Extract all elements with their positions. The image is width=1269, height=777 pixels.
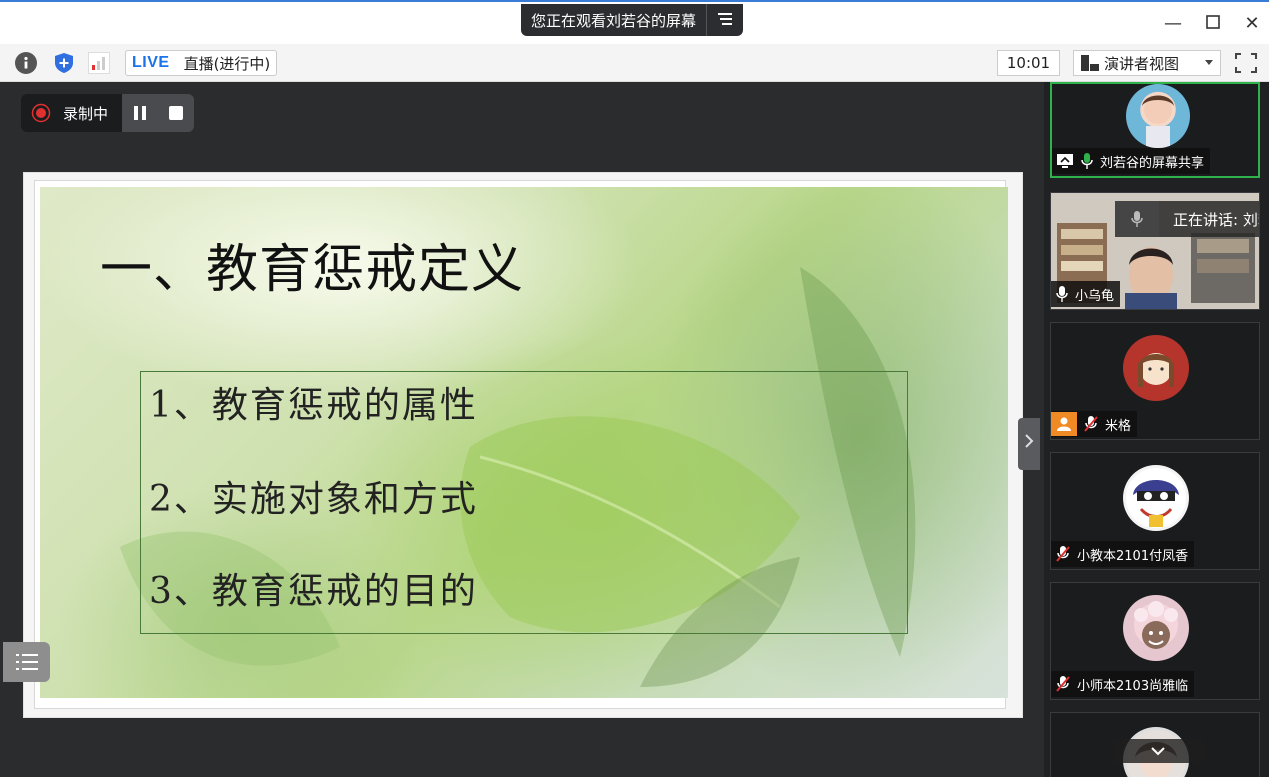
- close-button[interactable]: ✕: [1237, 10, 1267, 38]
- participant-name: 小教本2101付凤香: [1077, 548, 1189, 564]
- mic-on-icon: [1081, 153, 1093, 169]
- avatar: [1123, 335, 1189, 401]
- screen-share-banner[interactable]: 您正在观看刘若谷的屏幕: [521, 4, 744, 36]
- chevron-right-icon: [1025, 434, 1034, 448]
- participant-name-chip: 米格: [1051, 411, 1138, 437]
- list-icon: [15, 654, 38, 670]
- presentation-slide: 一、教育惩戒定义 1、教育惩戒的属性 2、实施对象和方式 3、教育惩戒的目的: [40, 187, 1008, 698]
- live-label: LIVE: [132, 54, 170, 71]
- speaking-indicator: 正在讲话: 刘若: [1115, 201, 1259, 237]
- avatar: [1123, 465, 1189, 531]
- participant-tile[interactable]: 米格: [1050, 322, 1260, 440]
- slide-frame: 一、教育惩戒定义 1、教育惩戒的属性 2、实施对象和方式 3、教育惩戒的目的: [23, 172, 1023, 718]
- slide-title: 一、教育惩戒定义: [100, 240, 525, 300]
- participant-name-chip: 小乌龟: [1051, 281, 1121, 307]
- record-icon: [31, 103, 51, 123]
- participant-name-chip: 小教本2101付凤香: [1051, 541, 1195, 567]
- host-badge-icon: [1051, 412, 1077, 436]
- meeting-window: 您正在观看刘若谷的屏幕 — ✕ LIVE 直播(进行中) 10:01 演讲者视图…: [0, 0, 1269, 777]
- slide-list-item: 2、实施对象和方式: [149, 479, 478, 520]
- participant-name: 小师本2103尚雅临: [1077, 678, 1189, 694]
- pause-icon[interactable]: [132, 105, 148, 121]
- mic-icon: [1115, 201, 1159, 237]
- participant-name-chip: 小师本2103尚雅临: [1051, 671, 1195, 697]
- slide-content-box: 1、教育惩戒的属性 2、实施对象和方式 3、教育惩戒的目的: [140, 371, 908, 634]
- participant-tile[interactable]: 小教本2101付凤香: [1050, 452, 1260, 570]
- stop-icon[interactable]: [168, 105, 184, 121]
- recording-controls: 录制中: [21, 94, 195, 132]
- speaking-label: 正在讲话: 刘若: [1173, 210, 1259, 229]
- recording-indicator: 录制中: [21, 94, 123, 132]
- signal-strength-icon[interactable]: [88, 52, 110, 74]
- shared-screen-area: 录制中 一、教育惩戒定义 1、教育惩戒的属性 2、实施对象和方式 3、教育惩戒的…: [3, 82, 1040, 777]
- avatar: [1123, 595, 1189, 661]
- chevron-down-icon: [1151, 747, 1165, 756]
- slide-list-toggle-button[interactable]: [3, 642, 50, 682]
- meeting-clock: 10:01: [997, 50, 1060, 76]
- screen-share-icon: [1057, 154, 1073, 168]
- slide-list-item: 3、教育惩戒的目的: [149, 571, 478, 612]
- participant-name-chip: 刘若谷的屏幕共享: [1052, 148, 1211, 174]
- participant-tile[interactable]: 刘若谷的屏幕共享: [1050, 82, 1260, 178]
- avatar: [1126, 84, 1190, 148]
- slide-border: 一、教育惩戒定义 1、教育惩戒的属性 2、实施对象和方式 3、教育惩戒的目的: [34, 180, 1008, 709]
- mic-muted-icon: [1056, 676, 1070, 692]
- menu-icon[interactable]: [707, 11, 743, 30]
- participant-name: 刘若谷的屏幕共享: [1100, 155, 1205, 171]
- shield-icon[interactable]: [53, 52, 75, 74]
- slide-list-item: 1、教育惩戒的属性: [149, 385, 478, 426]
- participant-sidebar: 刘若谷的屏幕共享 正在讲话: 刘若: [1044, 82, 1269, 777]
- participant-tile[interactable]: 正在讲话: 刘若 小乌龟: [1050, 192, 1260, 310]
- info-icon[interactable]: [15, 52, 37, 74]
- collapse-sidebar-button[interactable]: [1018, 418, 1040, 470]
- scroll-down-button[interactable]: [1113, 739, 1203, 763]
- live-status-badge[interactable]: LIVE 直播(进行中): [125, 50, 278, 76]
- title-bar: 您正在观看刘若谷的屏幕 — ✕: [0, 0, 1269, 44]
- meeting-toolbar: LIVE 直播(进行中) 10:01 演讲者视图: [0, 44, 1269, 82]
- participant-tile[interactable]: 小师本2103尚雅临: [1050, 582, 1260, 700]
- recording-label: 录制中: [63, 104, 109, 123]
- layout-icon: [1081, 55, 1099, 71]
- participant-tile[interactable]: [1050, 712, 1260, 777]
- mic-muted-icon: [1084, 416, 1098, 432]
- minimize-button[interactable]: —: [1158, 10, 1188, 38]
- view-mode-label: 演讲者视图: [1104, 54, 1180, 73]
- bottom-strip: [3, 735, 1039, 777]
- mic-muted-icon: [1056, 546, 1070, 562]
- participant-name: 米格: [1105, 418, 1132, 434]
- maximize-button[interactable]: [1198, 10, 1228, 38]
- live-status-text: 直播(进行中): [183, 54, 271, 73]
- participant-name: 小乌龟: [1075, 288, 1115, 304]
- recording-buttons: [122, 94, 195, 132]
- fullscreen-icon[interactable]: [1234, 52, 1258, 74]
- view-mode-dropdown[interactable]: 演讲者视图: [1073, 50, 1221, 76]
- maximize-icon: [1206, 15, 1220, 29]
- share-banner-text: 您正在观看刘若谷的屏幕: [531, 11, 697, 30]
- mic-on-icon: [1056, 286, 1068, 302]
- chevron-down-icon: [1205, 60, 1213, 65]
